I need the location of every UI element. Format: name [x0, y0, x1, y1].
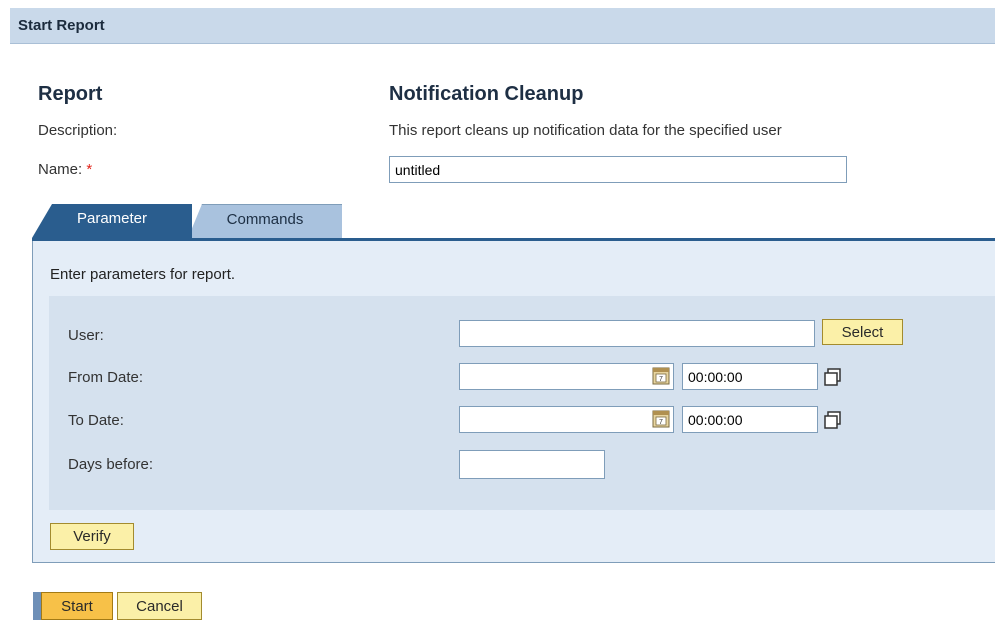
name-label-text: Name:: [38, 161, 83, 178]
time-picker-icon[interactable]: [823, 409, 843, 431]
start-button-wrapper: Start: [33, 592, 113, 620]
cancel-button[interactable]: Cancel: [117, 592, 202, 620]
tab-parameter[interactable]: Parameter: [32, 204, 192, 238]
primary-button-marker: [33, 592, 41, 620]
from-time-input[interactable]: [682, 363, 818, 390]
from-date-label: From Date:: [68, 369, 144, 386]
window-title-bar: Start Report: [10, 8, 995, 44]
start-button[interactable]: Start: [41, 592, 113, 620]
time-picker-icon[interactable]: [823, 366, 843, 388]
name-label: Name: *: [38, 161, 92, 178]
description-text: This report cleans up notification data …: [389, 122, 782, 139]
description-label: Description:: [38, 122, 118, 139]
user-input[interactable]: [459, 320, 815, 347]
calendar-icon[interactable]: 7: [651, 365, 671, 387]
days-before-label: Days before:: [68, 456, 154, 473]
from-date-input[interactable]: [459, 363, 674, 390]
user-label: User:: [68, 327, 104, 344]
tab-commands[interactable]: Commands: [188, 204, 342, 238]
name-input[interactable]: [389, 156, 847, 183]
required-marker: *: [86, 161, 93, 178]
to-date-label: To Date:: [68, 412, 124, 429]
window-title: Start Report: [18, 17, 105, 34]
tab-parameter-label: Parameter: [76, 210, 148, 227]
days-before-input[interactable]: [459, 450, 605, 479]
tab-commands-label: Commands: [226, 211, 304, 228]
select-user-button[interactable]: Select: [822, 319, 903, 345]
to-date-input[interactable]: [459, 406, 674, 433]
calendar-icon[interactable]: 7: [651, 408, 671, 430]
svg-text:7: 7: [659, 376, 663, 383]
verify-button[interactable]: Verify: [50, 523, 134, 550]
to-time-input[interactable]: [682, 406, 818, 433]
svg-text:7: 7: [659, 419, 663, 426]
report-name-heading: Notification Cleanup: [389, 83, 584, 105]
report-heading: Report: [38, 83, 103, 105]
parameter-instruction: Enter parameters for report.: [50, 266, 236, 283]
